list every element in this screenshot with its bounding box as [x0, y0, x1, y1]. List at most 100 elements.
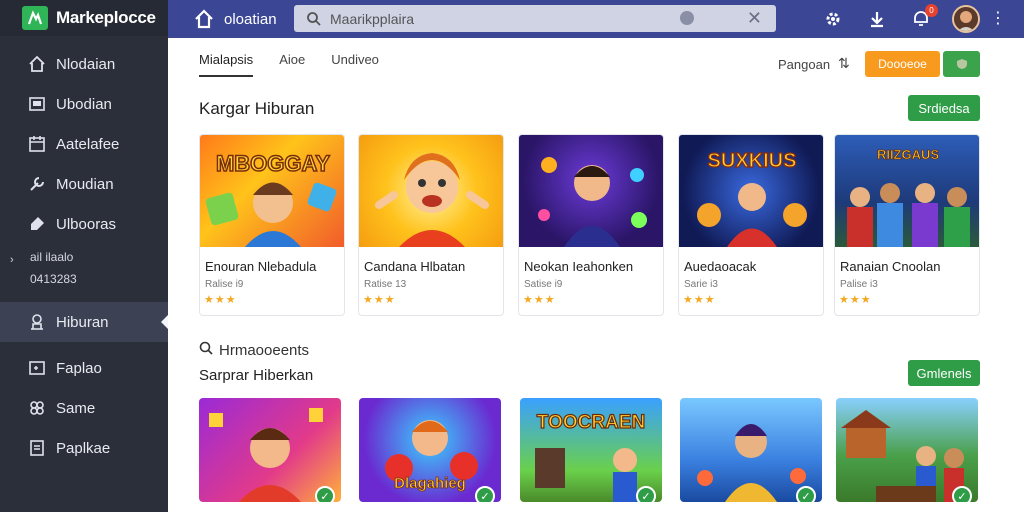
- search-icon: [199, 341, 213, 359]
- sidebar-item-bottom-1[interactable]: Same: [0, 388, 168, 428]
- star-rating: ★★★: [204, 294, 237, 306]
- search-icon: [306, 11, 322, 27]
- search-input[interactable]: [330, 10, 690, 27]
- sidebar-item-1[interactable]: Ubodian: [0, 84, 168, 124]
- game-rating: Ratise 13: [364, 279, 407, 290]
- game-name: Auedaoacak: [684, 259, 757, 274]
- sidebar-item-bottom-0[interactable]: Faplao: [0, 348, 168, 388]
- thumbnail-title-text: RIIZGAUS: [877, 147, 939, 162]
- sidebar-item-2[interactable]: Aatelafee: [0, 124, 168, 164]
- game-card[interactable]: MBOGGAY Enouran Nlebadula Ralise i9 ★★★: [199, 134, 345, 316]
- app-name: Markeplocce: [56, 8, 156, 27]
- more-options-icon[interactable]: ⋮: [990, 11, 1006, 27]
- tab-1[interactable]: Aioe: [279, 52, 305, 77]
- game-name: Neokan Ieahonken: [524, 259, 634, 274]
- sidebar-item-label: Same: [56, 399, 96, 417]
- game-tile[interactable]: ✓: [836, 398, 978, 502]
- thumbnail-caption: TOOCRAEN: [537, 412, 645, 433]
- sidebar: Markeplocce Nlodaian Ubodian Aatelafee M…: [0, 0, 168, 512]
- marketplace-logo-icon: [22, 6, 48, 30]
- header-action-button[interactable]: Doooeoe: [865, 51, 940, 77]
- settings-gear-icon[interactable]: [822, 8, 844, 30]
- home-icon: [28, 55, 46, 73]
- game-card[interactable]: SUXKIUS Auedaoacak Sarie i3 ★★★: [678, 134, 824, 316]
- sidebar-item-label: Nlodaian: [56, 55, 116, 73]
- sidebar-item-label: Paplkae: [56, 439, 111, 457]
- tab-2[interactable]: Undiveo: [331, 52, 379, 77]
- wrench-icon: [28, 175, 46, 193]
- game-thumbnail: RIIZGAUS: [835, 135, 979, 247]
- checkmark-icon: ✓: [952, 486, 972, 502]
- recommendations-label: Hrmaooeents: [199, 341, 309, 359]
- checkmark-icon: ✓: [475, 486, 495, 502]
- checkmark-icon: ✓: [636, 486, 656, 502]
- sidebar-nav: Nlodaian Ubodian Aatelafee Moudian Ulboo…: [0, 44, 168, 468]
- game-tile[interactable]: Dlagahieg ✓: [359, 398, 501, 502]
- sidebar-item-0[interactable]: Nlodaian: [0, 44, 168, 84]
- thumbnail-title-text: MBOGGAY: [216, 151, 330, 176]
- game-tile[interactable]: ✓: [199, 398, 341, 502]
- brand[interactable]: Markeplocce: [0, 0, 168, 36]
- star-rating: ★★★: [363, 294, 396, 306]
- game-thumbnail: SUXKIUS: [679, 135, 823, 247]
- sort-label[interactable]: Pangoan: [778, 57, 830, 72]
- sidebar-sub-line1: ail ilaalo: [30, 250, 74, 264]
- game-card[interactable]: Neokan Ieahonken Satise i9 ★★★: [518, 134, 664, 316]
- search-bar[interactable]: ✕: [294, 5, 776, 32]
- game-tile[interactable]: TOOCRAEN ✓: [520, 398, 662, 502]
- header-icon-button[interactable]: [943, 51, 980, 77]
- clear-search-icon[interactable]: ✕: [747, 9, 762, 27]
- game-card[interactable]: RIIZGAUS Ranaian Cnoolan Palise i3 ★★★: [834, 134, 980, 316]
- sidebar-item-label: Aatelafee: [56, 135, 120, 153]
- recommendations-text: Hrmaooeents: [219, 341, 310, 359]
- main-content: Mialapsis Aioe Undiveo Pangoan ⇅ Doooeoe…: [168, 38, 1024, 512]
- section-title: Sarprar Hiberkan: [199, 367, 314, 384]
- game-thumbnail: MBOGGAY: [200, 135, 344, 247]
- section-action-button[interactable]: Srdiedsa: [908, 95, 980, 121]
- monitor-icon: [28, 95, 46, 113]
- star-rating: ★★★: [683, 294, 716, 306]
- gamepad-icon: [28, 359, 46, 377]
- game-rating: Satise i9: [524, 279, 563, 290]
- sidebar-subsection[interactable]: › ail ilaalo 0413283: [0, 244, 168, 292]
- game-card[interactable]: Candana Hlbatan Ratise 13 ★★★: [358, 134, 504, 316]
- camera-search-icon[interactable]: [680, 11, 694, 25]
- sidebar-item-active[interactable]: Hiburan: [0, 302, 168, 342]
- star-rating: ★★★: [839, 294, 872, 306]
- top-title: oloatian: [224, 10, 277, 28]
- home-icon[interactable]: [194, 9, 214, 29]
- sidebar-item-4[interactable]: Ulbooras: [0, 204, 168, 244]
- game-rating: Sarie i3: [684, 279, 718, 290]
- sidebar-item-3[interactable]: Moudian: [0, 164, 168, 204]
- notification-icon[interactable]: 0: [910, 4, 938, 30]
- sidebar-item-bottom-2[interactable]: Paplkae: [0, 428, 168, 468]
- tab-0[interactable]: Mialapsis: [199, 52, 254, 77]
- checkmark-icon: ✓: [315, 486, 335, 502]
- sort-icon[interactable]: ⇅: [838, 55, 850, 72]
- sidebar-sub-line2: 0413283: [30, 272, 77, 286]
- sidebar-item-label: Ulbooras: [56, 215, 117, 233]
- game-thumbnail: [359, 135, 503, 247]
- section-title: Kargar Hiburan: [199, 99, 315, 118]
- avatar[interactable]: [952, 5, 980, 33]
- thumbnail-caption: Dlagahieg: [394, 475, 466, 492]
- document-icon: [28, 439, 46, 457]
- star-rating: ★★★: [523, 294, 556, 306]
- sidebar-item-label: Faplao: [56, 359, 102, 377]
- game-rating: Palise i3: [840, 279, 878, 290]
- chevron-right-icon: ›: [10, 254, 14, 266]
- puzzle-icon: [28, 399, 46, 417]
- checkmark-icon: ✓: [796, 486, 816, 502]
- thumbnail-title-text: SUXKIUS: [708, 150, 797, 172]
- tab-bar: Mialapsis Aioe Undiveo: [199, 52, 379, 77]
- top-bar: oloatian ✕ 0 ⋮: [168, 0, 1024, 38]
- download-icon[interactable]: [866, 8, 888, 30]
- game-rating: Ralise i9: [205, 279, 244, 290]
- game-name: Ranaian Cnoolan: [840, 259, 941, 274]
- notification-badge: 0: [925, 4, 938, 17]
- game-tile[interactable]: ✓: [680, 398, 822, 502]
- section-action-button[interactable]: Gmlenels: [908, 360, 980, 386]
- tag-icon: [28, 215, 46, 233]
- top-actions: 0 ⋮: [800, 0, 1024, 38]
- calendar-icon: [28, 135, 46, 153]
